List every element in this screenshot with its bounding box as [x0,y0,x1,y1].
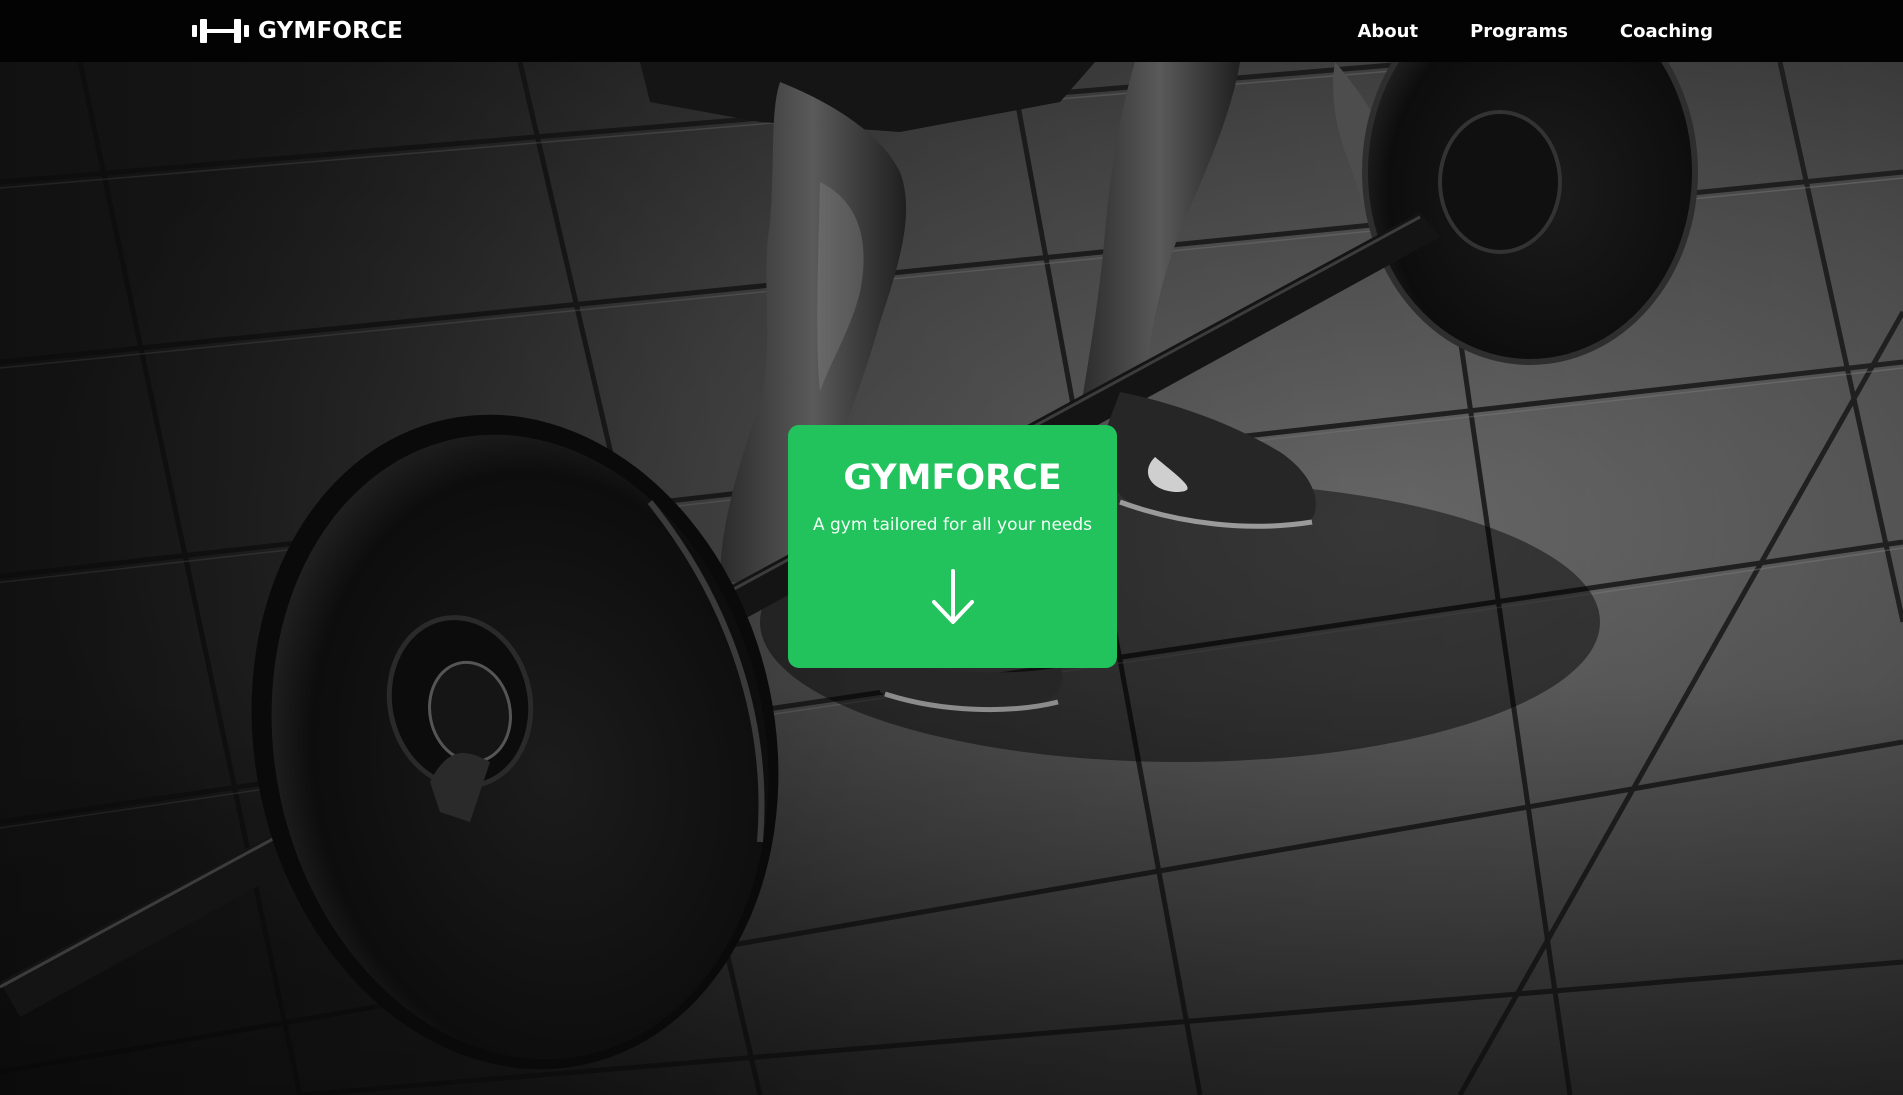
arrow-down-icon [932,569,974,624]
top-navbar: GYMFORCE About Programs Coaching [0,0,1903,62]
brand-name: GYMFORCE [258,18,404,44]
dumbbell-icon [192,19,249,43]
hero-subtitle: A gym tailored for all your needs [812,515,1093,535]
hero-card: GYMFORCE A gym tailored for all your nee… [788,425,1117,668]
page: GYMFORCE About Programs Coaching GYMFORC… [0,0,1903,1095]
nav-link-programs[interactable]: Programs [1470,21,1568,42]
hero-title: GYMFORCE [843,458,1062,498]
nav-links: About Programs Coaching [1357,0,1713,62]
scroll-down-button[interactable] [926,565,980,629]
brand-logo-link[interactable]: GYMFORCE [192,0,403,62]
nav-link-coaching[interactable]: Coaching [1620,21,1713,42]
nav-link-about[interactable]: About [1357,21,1418,42]
